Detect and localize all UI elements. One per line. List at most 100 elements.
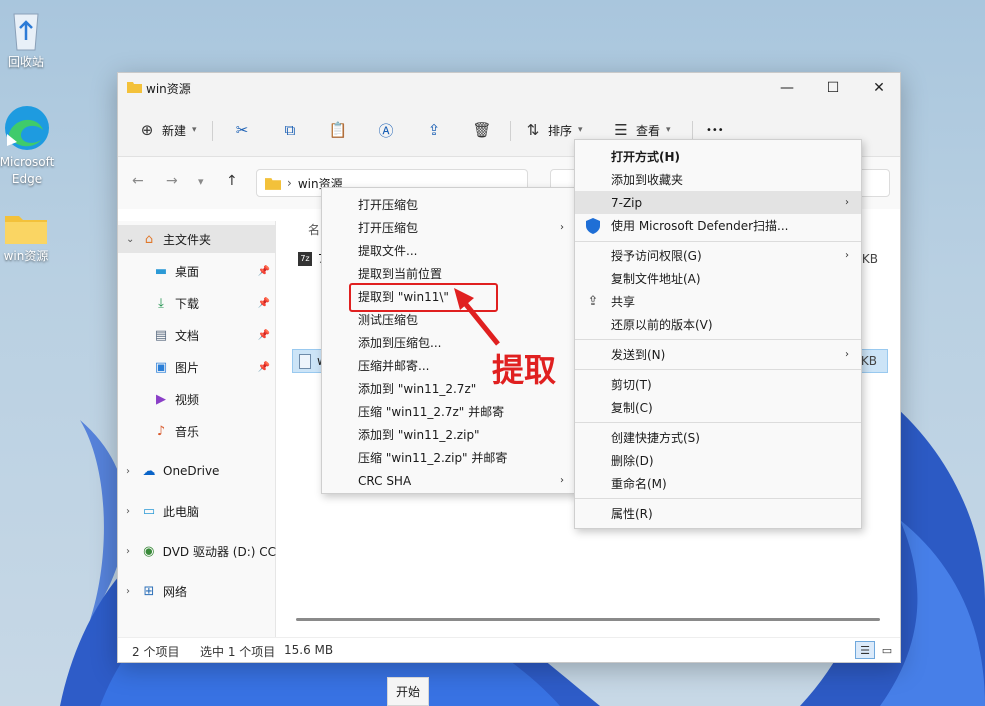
forward-arrow-icon[interactable]: → (166, 173, 178, 189)
context-menu: 打开方式(H) 添加到收藏夹 7-Zip › 使用 Microsoft Defen… (574, 139, 862, 529)
menu-item-properties[interactable]: 属性(R) (575, 502, 861, 525)
cut-button[interactable]: ✂ (233, 117, 251, 143)
menu-item-send-to[interactable]: 发送到(N) › (575, 343, 861, 366)
menu-item-create-shortcut[interactable]: 创建快捷方式(S) (575, 426, 861, 449)
menu-item-copy[interactable]: 复制(C) (575, 396, 861, 419)
menu-item-compress-zip-email[interactable]: 压缩 "win11_2.zip" 并邮寄 (322, 446, 576, 469)
column-header-name[interactable]: 名 (308, 221, 320, 238)
horizontal-scrollbar[interactable] (296, 618, 880, 621)
menu-separator (575, 369, 861, 370)
sidebar-item-dvd[interactable]: › ◉ DVD 驱动器 (D:) CC (118, 537, 276, 565)
recent-chevron-icon[interactable]: ▾ (198, 175, 204, 188)
desktop-icon-recycle-bin[interactable]: 回收站 (0, 8, 58, 71)
view-label: 查看 (636, 123, 661, 138)
sidebar-item-label: 图片 (175, 360, 200, 375)
breadcrumb-chevron-icon: › (287, 176, 292, 190)
menu-item-label: 压缩并邮寄... (358, 359, 430, 373)
menu-item-extract-here[interactable]: 提取到当前位置 (322, 262, 576, 285)
menu-item-open-with[interactable]: 打开方式(H) (575, 145, 861, 168)
sidebar-item-label: 此电脑 (163, 504, 200, 519)
maximize-button[interactable]: ☐ (810, 73, 856, 103)
menu-item-compress-7z-email[interactable]: 压缩 "win11_2.7z" 并邮寄 (322, 400, 576, 423)
menu-item-label: 添加到收藏夹 (611, 173, 684, 187)
menu-item-label: 提取到当前位置 (358, 267, 443, 281)
plus-circle-icon: ⊕ (140, 121, 154, 139)
rename-button[interactable]: Ⓐ (377, 117, 395, 143)
sidebar-item-downloads[interactable]: ⤓ 下载 📌 (118, 289, 276, 317)
menu-item-label: 提取文件... (358, 244, 418, 258)
sidebar-item-documents[interactable]: ▤ 文档 📌 (118, 321, 276, 349)
view-list-icon: ☰ (614, 121, 628, 139)
delete-button[interactable]: 🗑 (472, 117, 491, 143)
menu-item-extract-files[interactable]: 提取文件... (322, 239, 576, 262)
desktop-icon-edge[interactable]: Microsoft Edge (0, 104, 59, 188)
minimize-button[interactable]: — (764, 73, 810, 103)
menu-item-label: 删除(D) (611, 454, 654, 468)
menu-item-add-favorites[interactable]: 添加到收藏夹 (575, 168, 861, 191)
desktop-icon-folder[interactable]: win资源 (0, 210, 58, 265)
menu-item-open-archive[interactable]: 打开压缩包 (322, 193, 576, 216)
paste-button[interactable]: 📋 (329, 117, 348, 143)
copy-icon: ⧉ (284, 121, 296, 139)
tiles-view-icon: ▭ (881, 643, 893, 657)
menu-item-delete[interactable]: 删除(D) (575, 449, 861, 472)
details-view-button[interactable]: ☰ (855, 641, 875, 659)
up-arrow-icon[interactable]: ↑ (226, 173, 238, 189)
sidebar-item-pictures[interactable]: ▣ 图片 📌 (118, 353, 276, 381)
menu-item-defender-scan[interactable]: 使用 Microsoft Defender扫描... (575, 214, 861, 237)
sidebar-item-home[interactable]: ⌄ ⌂ 主文件夹 (118, 225, 276, 253)
sidebar-item-label: OneDrive (163, 464, 220, 478)
new-button[interactable]: ⊕ 新建 ▾ (138, 117, 197, 143)
sidebar-item-desktop[interactable]: ▬ 桌面 📌 (118, 257, 276, 285)
picture-icon: ▣ (154, 359, 168, 375)
toolbar-separator (510, 121, 511, 141)
menu-item-label: 还原以前的版本(V) (611, 318, 713, 332)
menu-item-label: 授予访问权限(G) (611, 249, 702, 263)
sidebar-item-this-pc[interactable]: › ▭ 此电脑 (118, 497, 276, 525)
menu-item-rename[interactable]: 重命名(M) (575, 472, 861, 495)
menu-item-crc-sha[interactable]: CRC SHA › (322, 469, 576, 492)
selection-size: 15.6 MB (284, 643, 334, 657)
share-button[interactable]: ⇪ (425, 117, 443, 143)
sidebar-item-label: 音乐 (175, 424, 200, 439)
folder-icon (5, 216, 47, 244)
chevron-right-icon: › (560, 222, 564, 233)
menu-item-label: 测试压缩包 (358, 313, 419, 327)
sidebar-item-music[interactable]: ♪ 音乐 (118, 417, 276, 445)
shield-icon (585, 217, 601, 234)
menu-item-label: 复制(C) (611, 401, 653, 415)
desktop-icon: ▬ (154, 263, 168, 279)
sidebar-item-network[interactable]: › ⊞ 网络 (118, 577, 276, 605)
chevron-down-icon: ▾ (666, 125, 671, 135)
details-view-icon: ☰ (860, 643, 870, 657)
edge-label: Microsoft Edge (0, 155, 55, 186)
chevron-right-icon: › (845, 197, 849, 208)
more-icon: ••• (706, 124, 724, 136)
close-button[interactable]: ✕ (856, 73, 902, 103)
menu-item-label: 添加到压缩包... (358, 336, 442, 350)
new-label: 新建 (162, 123, 187, 138)
edge-icon (5, 106, 49, 150)
menu-item-copy-path[interactable]: 复制文件地址(A) (575, 267, 861, 290)
annotation-label: 提取 (492, 351, 557, 389)
video-icon: ▶ (156, 391, 166, 407)
menu-item-add-zip[interactable]: 添加到 "win11_2.zip" (322, 423, 576, 446)
menu-item-cut[interactable]: 剪切(T) (575, 373, 861, 396)
menu-item-label: 添加到 "win11_2.zip" (358, 428, 480, 442)
menu-item-share[interactable]: ⇪ 共享 (575, 290, 861, 313)
7zip-icon: 7z (298, 252, 312, 266)
menu-item-restore-versions[interactable]: 还原以前的版本(V) (575, 313, 861, 336)
menu-item-label: 剪切(T) (611, 378, 652, 392)
back-arrow-icon[interactable]: ← (132, 173, 144, 189)
menu-item-label: 重命名(M) (611, 477, 667, 491)
menu-item-open-archive-sub[interactable]: 打开压缩包 › (322, 216, 576, 239)
menu-item-label: 打开压缩包 (358, 198, 419, 212)
menu-item-give-access[interactable]: 授予访问权限(G) › (575, 244, 861, 267)
sidebar-item-videos[interactable]: ▶ 视频 (118, 385, 276, 413)
menu-item-7zip[interactable]: 7-Zip › (575, 191, 861, 214)
tiles-view-button[interactable]: ▭ (877, 641, 897, 659)
item-count: 2 个项目 (132, 645, 180, 659)
copy-button[interactable]: ⧉ (281, 117, 299, 143)
sidebar-item-onedrive[interactable]: › ☁ OneDrive (118, 457, 276, 485)
chevron-right-icon: › (126, 585, 130, 597)
